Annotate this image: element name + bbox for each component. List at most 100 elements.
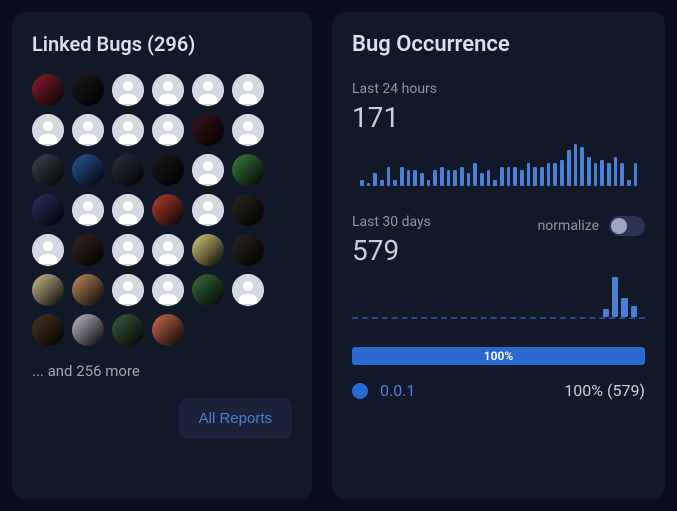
chart-bar — [527, 163, 531, 186]
avatar[interactable] — [152, 314, 184, 346]
all-reports-button[interactable]: All Reports — [179, 398, 292, 439]
chart-30d — [352, 277, 645, 319]
normalize-label: normalize — [538, 218, 599, 234]
chart-bar — [387, 167, 391, 186]
avatar[interactable] — [152, 114, 184, 146]
bug-occurrence-panel: Bug Occurrence Last 24 hours 171 Last 30… — [332, 12, 665, 499]
avatar-grid — [32, 74, 292, 346]
chart-bar — [407, 170, 411, 186]
version-stats: 100% (579) — [564, 381, 645, 400]
avatar[interactable] — [72, 194, 104, 226]
version-label: 0.0.1 — [380, 381, 415, 400]
version-row: 0.0.1 100% (579) — [352, 381, 645, 400]
avatar[interactable] — [232, 154, 264, 186]
chart-bar — [587, 157, 591, 186]
normalize-toggle[interactable] — [609, 216, 645, 236]
chart-bar — [507, 167, 511, 186]
progress-label: 100% — [484, 349, 513, 363]
avatar[interactable] — [152, 274, 184, 306]
chart-bar — [560, 160, 564, 186]
avatar[interactable] — [152, 234, 184, 266]
avatar[interactable] — [112, 194, 144, 226]
avatar[interactable] — [192, 234, 224, 266]
chart-bar — [621, 298, 627, 317]
avatar[interactable] — [112, 274, 144, 306]
avatar[interactable] — [232, 114, 264, 146]
avatar[interactable] — [112, 154, 144, 186]
chart-bar — [565, 315, 571, 317]
avatar[interactable] — [192, 274, 224, 306]
avatar[interactable] — [32, 74, 64, 106]
chart-bar — [540, 167, 544, 186]
chart-bar — [603, 309, 609, 317]
chart-bar — [627, 180, 631, 186]
chart-bar — [380, 180, 384, 186]
chart-bar — [369, 315, 375, 317]
chart-bar — [594, 163, 598, 186]
chart-bar — [491, 315, 497, 317]
chart-bar — [444, 315, 450, 317]
avatar[interactable] — [112, 314, 144, 346]
chart-bar — [509, 315, 515, 317]
chart-24h — [352, 144, 645, 186]
avatar[interactable] — [32, 274, 64, 306]
chart-bar — [556, 315, 562, 317]
chart-bar — [473, 163, 477, 186]
avatar[interactable] — [32, 234, 64, 266]
version-dot-icon — [352, 383, 368, 399]
chart-bar — [416, 315, 422, 317]
avatar[interactable] — [192, 114, 224, 146]
avatar[interactable] — [72, 114, 104, 146]
chart-bar — [547, 315, 553, 317]
chart-bar — [620, 163, 624, 186]
chart-bar — [528, 315, 534, 317]
chart-bar — [407, 315, 413, 317]
avatar[interactable] — [152, 74, 184, 106]
chart-bar — [420, 173, 424, 186]
avatar[interactable] — [152, 154, 184, 186]
avatar[interactable] — [112, 234, 144, 266]
chart-bar — [435, 315, 441, 317]
avatar[interactable] — [32, 114, 64, 146]
avatar[interactable] — [72, 274, 104, 306]
avatar[interactable] — [112, 114, 144, 146]
chart-bar — [493, 180, 497, 186]
avatar[interactable] — [232, 234, 264, 266]
toggle-knob — [611, 218, 627, 234]
avatar[interactable] — [32, 314, 64, 346]
avatar[interactable] — [32, 194, 64, 226]
avatar[interactable] — [232, 194, 264, 226]
chart-bar — [367, 183, 371, 186]
chart-bar — [400, 167, 404, 186]
bug-occurrence-title: Bug Occurrence — [352, 32, 645, 57]
avatar[interactable] — [192, 154, 224, 186]
avatar[interactable] — [112, 74, 144, 106]
avatar[interactable] — [192, 194, 224, 226]
chart-bar — [467, 173, 471, 186]
avatar[interactable] — [232, 274, 264, 306]
avatar[interactable] — [32, 154, 64, 186]
chart-bar — [593, 315, 599, 317]
chart-bar — [481, 315, 487, 317]
more-count-text: ... and 256 more — [32, 362, 292, 380]
chart-bar — [614, 157, 618, 186]
avatar[interactable] — [72, 234, 104, 266]
avatar[interactable] — [232, 74, 264, 106]
linked-bugs-title: Linked Bugs (296) — [32, 32, 292, 56]
chart-bar — [433, 170, 437, 186]
chart-bar — [553, 163, 557, 186]
avatar[interactable] — [152, 194, 184, 226]
chart-bar — [520, 170, 524, 186]
avatar[interactable] — [72, 314, 104, 346]
chart-bar — [393, 180, 397, 186]
chart-bar — [533, 167, 537, 186]
chart-bar — [360, 315, 366, 317]
last-24h-label: Last 24 hours — [352, 81, 645, 97]
last-30d-label: Last 30 days — [352, 214, 431, 230]
avatar[interactable] — [72, 74, 104, 106]
avatar[interactable] — [192, 74, 224, 106]
last-24h-value: 171 — [352, 101, 645, 134]
chart-bar — [425, 315, 431, 317]
avatar[interactable] — [72, 154, 104, 186]
chart-bar — [634, 163, 638, 186]
